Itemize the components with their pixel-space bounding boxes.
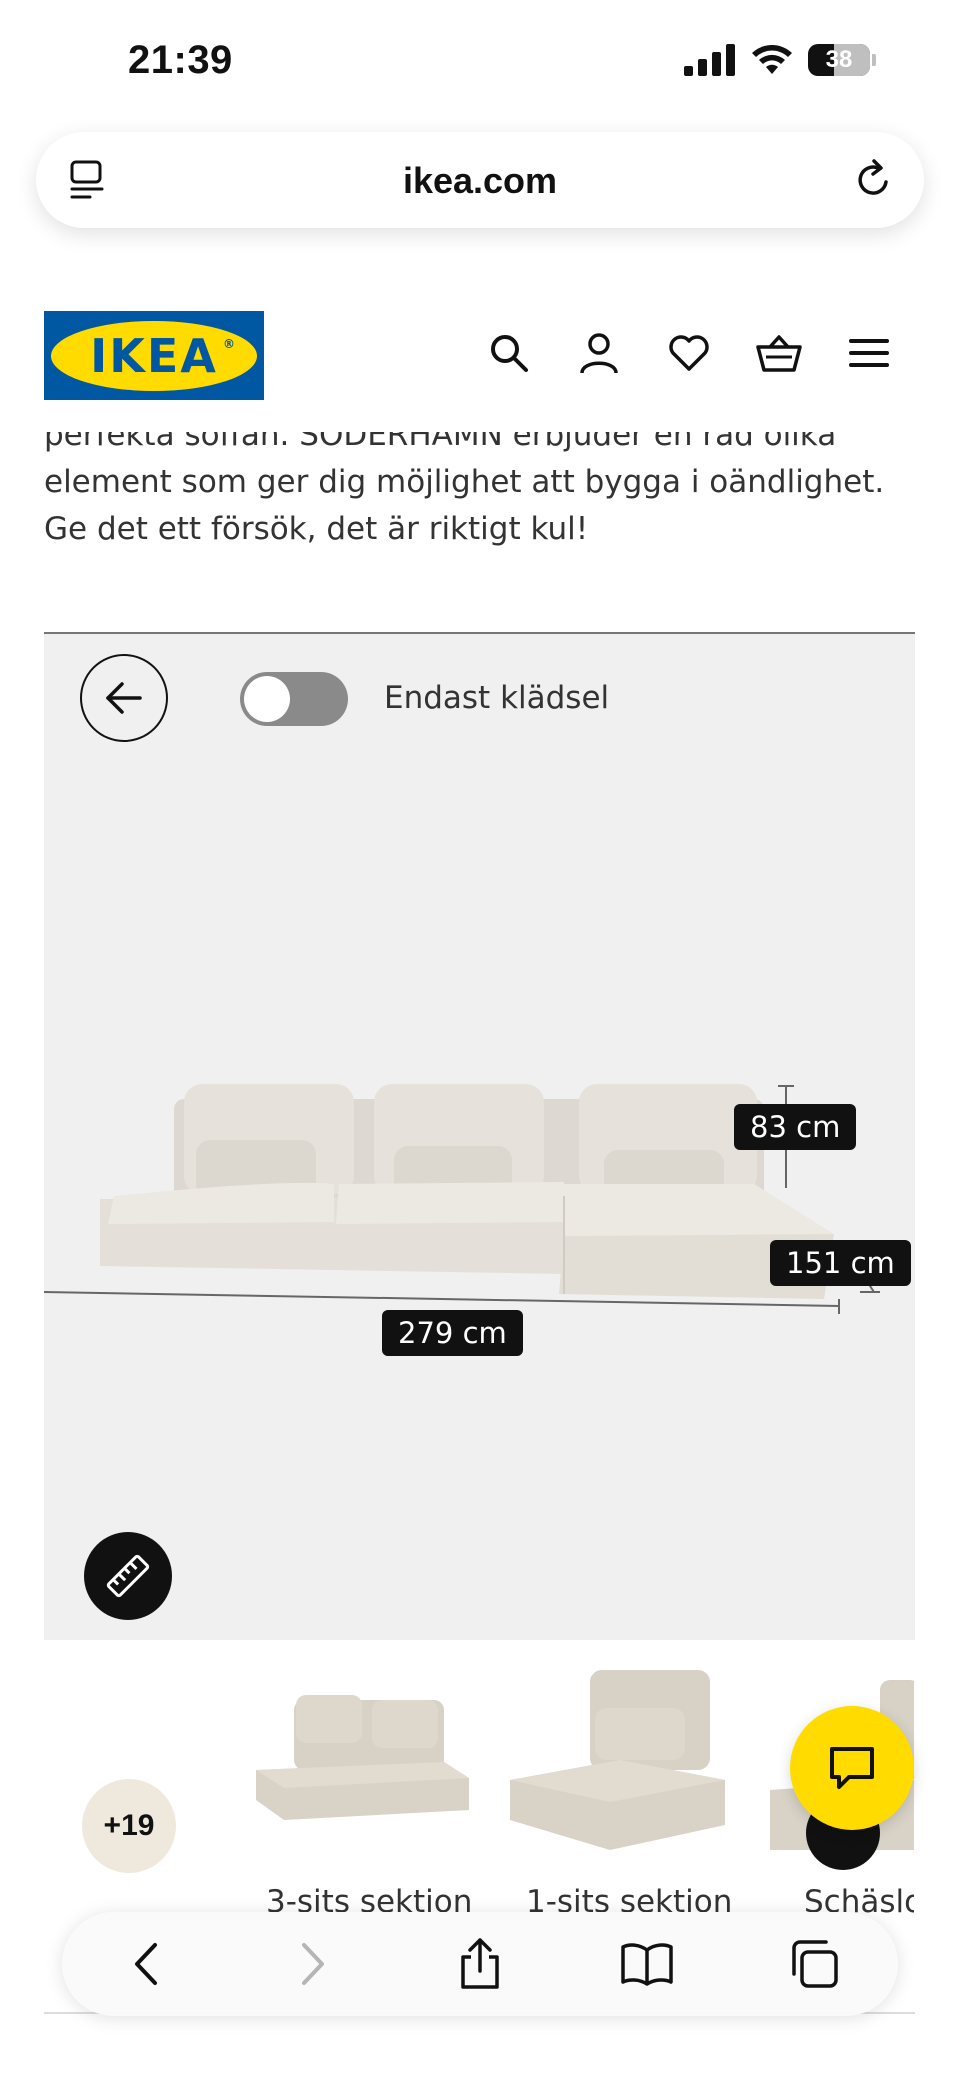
description-text: element som ger dig möjlighet att bygga …: [44, 464, 885, 547]
logo-text: IKEA: [90, 328, 218, 383]
account-icon[interactable]: [576, 330, 622, 376]
product-3d-viewer[interactable]: Endast klädsel 83 cm 151 cm 279 cm: [44, 632, 915, 1640]
more-variants-badge[interactable]: +19: [82, 1779, 176, 1873]
status-icons: 38: [684, 44, 876, 76]
ikea-logo[interactable]: IKEA ®: [44, 311, 264, 400]
url-text[interactable]: ikea.com: [36, 160, 924, 202]
wifi-icon: [752, 45, 792, 74]
back-button[interactable]: [80, 654, 168, 742]
chat-button[interactable]: [790, 1706, 914, 1830]
browser-toolbar: [62, 1912, 898, 2016]
toggle-label: Endast klädsel: [384, 680, 610, 716]
product-description: perfekta soffan. SÖDERHAMN erbjuder en r…: [44, 432, 924, 568]
upholstery-only-toggle[interactable]: [240, 672, 348, 726]
header-actions: [486, 330, 892, 376]
description-cut-line: perfekta soffan. SÖDERHAMN erbjuder en r…: [44, 432, 837, 453]
measurements-button[interactable]: [84, 1532, 172, 1620]
menu-icon[interactable]: [846, 330, 892, 376]
search-icon[interactable]: [486, 330, 532, 376]
signal-icon: [684, 44, 735, 76]
height-dimension-label: 83 cm: [734, 1104, 857, 1150]
bookmarks-icon[interactable]: [617, 1934, 677, 1994]
back-arrow-icon[interactable]: [116, 1934, 176, 1994]
chat-icon: [830, 1747, 874, 1789]
battery-icon: 38: [808, 44, 870, 76]
ruler-icon: [106, 1554, 150, 1598]
forward-arrow-icon[interactable]: [283, 1934, 343, 1994]
heart-icon[interactable]: [666, 330, 712, 376]
thumbnail-3-seat-section[interactable]: [244, 1660, 484, 1860]
battery-level: 38: [825, 46, 853, 73]
address-bar[interactable]: ikea.com: [36, 132, 924, 228]
status-time: 21:39: [128, 38, 233, 82]
share-icon[interactable]: [450, 1934, 510, 1994]
shopping-basket-icon[interactable]: [756, 330, 802, 376]
width-dimension-label: 279 cm: [382, 1310, 523, 1356]
tabs-icon[interactable]: [784, 1934, 844, 1994]
depth-dimension-label: 151 cm: [770, 1240, 911, 1286]
arrow-left-icon: [106, 682, 142, 714]
thumbnail-1-seat-section[interactable]: [500, 1660, 740, 1860]
reload-icon[interactable]: [852, 156, 896, 207]
